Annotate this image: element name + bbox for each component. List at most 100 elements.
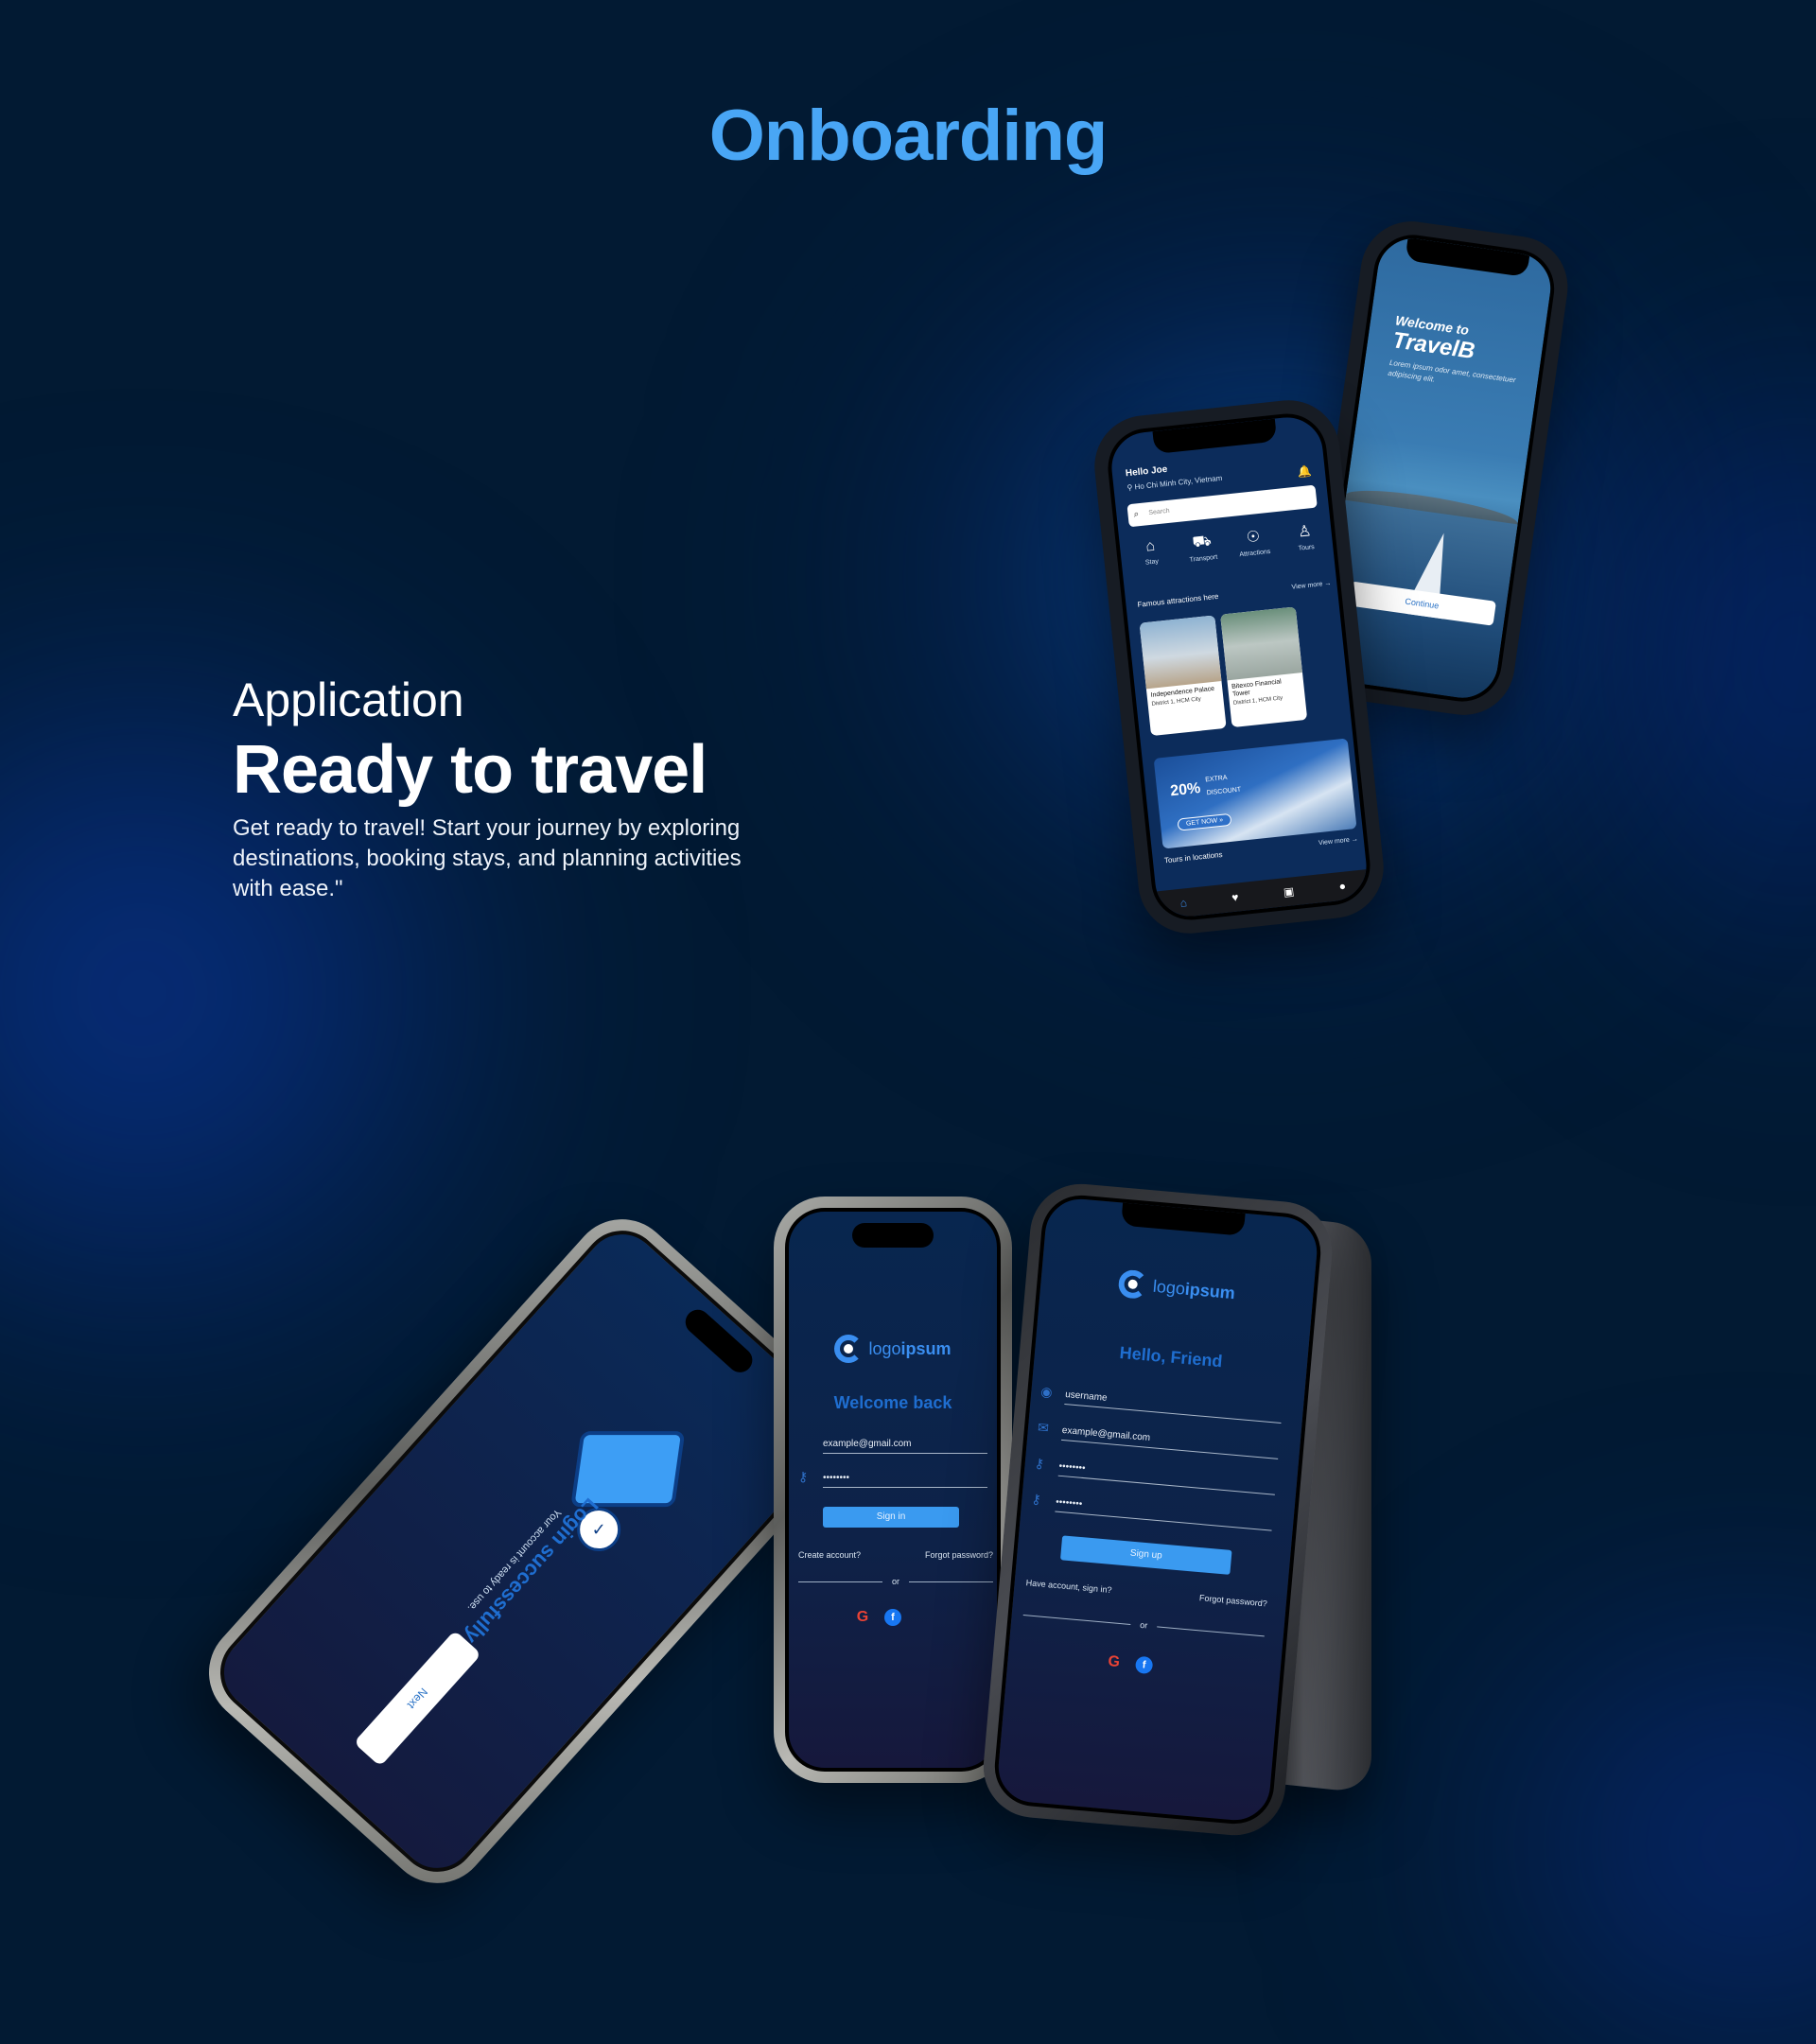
attraction-image (1139, 615, 1222, 690)
intro-title: Ready to travel (233, 732, 707, 808)
view-more-label: View more (1291, 581, 1323, 591)
car-icon: ⛟ (1191, 533, 1213, 551)
view-more-link[interactable]: View more → (1318, 836, 1359, 848)
hiker-icon: ♙ (1297, 523, 1313, 541)
attraction-cards: Independence Palace District 1, HCM City… (1139, 606, 1308, 737)
login-title: Welcome back (833, 1393, 952, 1412)
attraction-card[interactable]: Independence Palace District 1, HCM City (1139, 615, 1227, 737)
view-more-link[interactable]: View more → (1291, 580, 1332, 592)
apple-icon[interactable] (1165, 1658, 1184, 1677)
have-account-link[interactable]: Have account, sign in? (1025, 1578, 1112, 1595)
get-now-button[interactable]: GET NOW » (1177, 812, 1232, 831)
page-heading: Onboarding (708, 96, 1109, 176)
key-icon: ⚷ (1034, 1455, 1045, 1472)
user-icon: ◉ (1039, 1383, 1054, 1400)
email-field[interactable]: example@gmail.com (823, 1439, 987, 1454)
logo-text-a: logo (868, 1338, 901, 1358)
or-label: or (892, 1577, 900, 1586)
logo: logoipsum (789, 1335, 997, 1363)
signup-links: Have account, sign in? Forgot password? (1025, 1578, 1267, 1608)
category-label: Stay (1144, 558, 1160, 567)
login-links: Create account? Forgot password? (798, 1550, 993, 1560)
success-screen: ✓ Login successfully! Your account is re… (203, 1214, 856, 1889)
divider-line (798, 1581, 882, 1582)
logo-text: logoipsum (1152, 1276, 1236, 1303)
nav-home-icon[interactable]: ⌂ (1179, 896, 1188, 910)
social-login: G f (1007, 1645, 1280, 1686)
intro-kicker: Application (233, 673, 464, 726)
search-icon: ⌕ (1133, 509, 1140, 520)
category-label: Tours (1298, 543, 1316, 552)
attraction-image (1220, 606, 1302, 681)
login-screen: logoipsum Welcome back example@gmail.com… (785, 1208, 1001, 1772)
attractions-icon: ☉ (1246, 528, 1262, 547)
view-more-label: View more (1318, 836, 1351, 847)
category-row: ⌂ Stay ⛟ Transport ☉ Attractions ♙ Tours (1125, 519, 1331, 569)
password-field[interactable]: •••••••• (1057, 1460, 1277, 1495)
attractions-section-header: Famous attractions here View more → (1137, 580, 1332, 608)
promo-banner[interactable]: 20% EXTRA DISCOUNT GET NOW » (1153, 738, 1357, 849)
divider-line (909, 1581, 994, 1582)
forgot-password-link[interactable]: Forgot password? (925, 1550, 993, 1560)
username-field[interactable]: username (1064, 1389, 1283, 1424)
category-transport[interactable]: ⛟ Transport (1177, 531, 1229, 565)
greeting: Hello Joe (1125, 463, 1168, 480)
promo-percent: 20% (1169, 780, 1202, 800)
divider-line (1157, 1625, 1265, 1636)
google-icon[interactable]: G (854, 1609, 871, 1626)
facebook-icon[interactable]: f (884, 1609, 901, 1626)
signup-phone: logoipsum Hello, Friend ◉ username ✉ exa… (979, 1179, 1336, 1840)
promo-discount: DISCOUNT (1206, 786, 1242, 797)
forgot-password-link[interactable]: Forgot password? (1199, 1593, 1268, 1608)
logo-text-b: ipsum (900, 1338, 952, 1358)
attraction-card[interactable]: Bitexco Financial Tower District 1, HCM … (1220, 606, 1308, 728)
logo: logoipsum (1040, 1262, 1315, 1314)
search-placeholder: Search (1148, 507, 1170, 517)
category-attractions[interactable]: ☉ Attractions (1228, 525, 1280, 559)
key-icon: ⚷ (798, 1469, 809, 1484)
search-input[interactable]: ⌕ Search (1126, 484, 1318, 528)
section-title: Tours in locations (1163, 849, 1223, 865)
divider-line (1022, 1614, 1131, 1625)
signup-screen: logoipsum Hello, Friend ◉ username ✉ exa… (991, 1192, 1324, 1827)
category-tours[interactable]: ♙ Tours (1279, 519, 1331, 553)
next-button[interactable]: Next (353, 1630, 482, 1767)
email-field[interactable]: example@gmail.com (1060, 1424, 1280, 1459)
arrow-right-icon: → (1351, 835, 1359, 844)
phone-notch (1152, 418, 1278, 455)
nav-heart-icon[interactable]: ♥ (1231, 890, 1240, 904)
google-icon[interactable]: G (1105, 1653, 1124, 1672)
welcome-subtitle: Lorem ipsum odor amet, consectetuer adip… (1387, 358, 1517, 385)
key-confirm-icon: ⚷ (1030, 1491, 1042, 1508)
logo-text-b: ipsum (1184, 1279, 1236, 1302)
bell-icon[interactable]: 🔔 (1297, 464, 1312, 479)
logo-mark-icon (1117, 1268, 1149, 1301)
category-label: Attractions (1239, 548, 1271, 559)
arrow-right-icon: → (1323, 580, 1332, 588)
category-label: Transport (1189, 553, 1218, 564)
nav-profile-icon[interactable]: ● (1338, 880, 1347, 894)
confirm-password-field[interactable]: •••••••• (1055, 1496, 1273, 1531)
mail-icon: ✉ (1037, 1419, 1050, 1436)
home-icon: ⌂ (1144, 537, 1156, 555)
apple-icon[interactable] (915, 1609, 932, 1626)
password-field[interactable]: •••••••• (823, 1473, 987, 1488)
promo-text: EXTRA DISCOUNT (1205, 771, 1242, 801)
or-label: or (1139, 1619, 1148, 1631)
category-stay[interactable]: ⌂ Stay (1125, 535, 1177, 569)
nav-ticket-icon[interactable]: ▣ (1283, 884, 1295, 899)
double-chevron-icon: » (1218, 816, 1224, 825)
dynamic-island (680, 1304, 758, 1378)
get-now-label: GET NOW (1185, 817, 1218, 828)
signin-button[interactable]: Sign in (823, 1507, 959, 1528)
logo-text: logoipsum (868, 1339, 951, 1359)
or-divider: or (798, 1577, 994, 1586)
create-account-link[interactable]: Create account? (798, 1550, 861, 1560)
success-subtitle: Your account is ready to use. (464, 1506, 564, 1614)
success-phone: ✓ Login successfully! Your account is re… (187, 1197, 872, 1905)
section-title: Famous attractions here (1137, 591, 1219, 609)
signup-button[interactable]: Sign up (1059, 1535, 1232, 1575)
phone-notch (1405, 237, 1530, 278)
facebook-icon[interactable]: f (1134, 1655, 1154, 1675)
home-screen: Hello Joe ⚲ Ho Chi Minh City, Vietnam 🔔 … (1104, 410, 1374, 924)
